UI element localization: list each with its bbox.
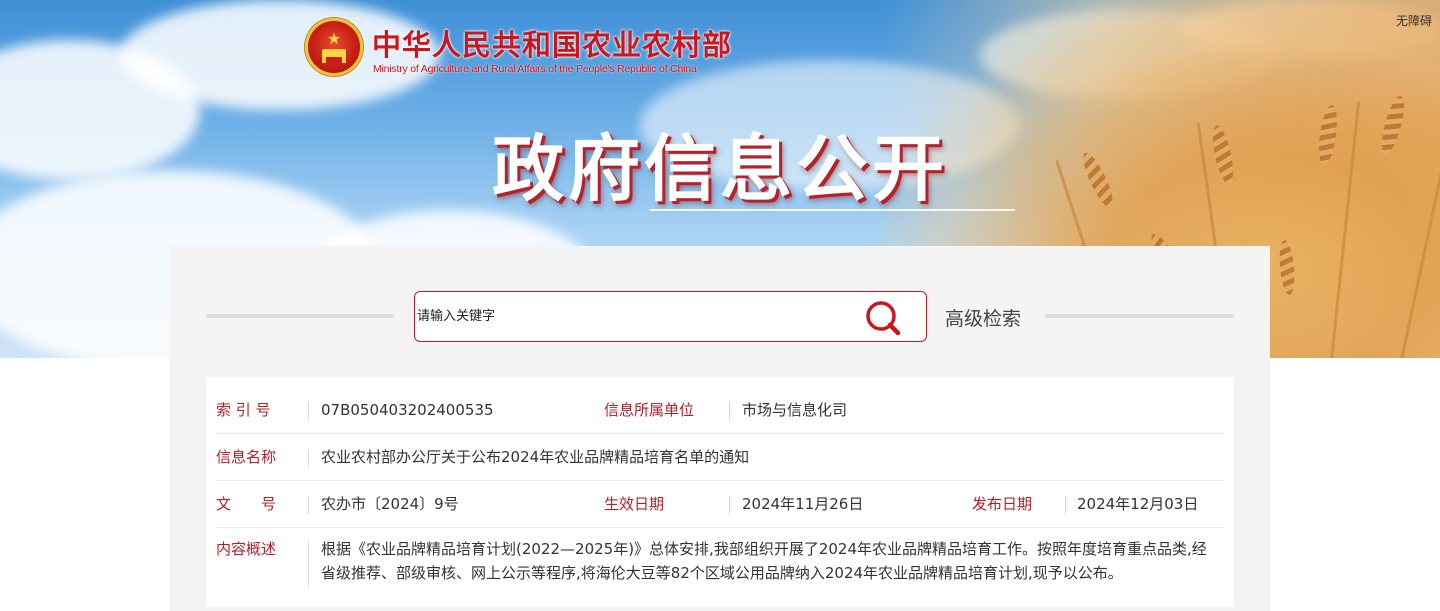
info-row-summary: 内容概述 根据《农业品牌精品培育计划(2022—2025年)》总体安排,我部组织… — [216, 528, 1224, 600]
accessibility-link[interactable]: 无障碍 — [1396, 12, 1432, 29]
column-divider — [1065, 496, 1066, 514]
publish-date-value: 2024年12月03日 — [1077, 495, 1199, 513]
search-decor-line-right — [1045, 314, 1234, 318]
site-subtitle: Ministry of Agriculture and Rural Affair… — [373, 63, 697, 75]
national-emblem-icon[interactable]: ★ — [305, 18, 363, 76]
advanced-search-link[interactable]: 高级检索 — [945, 304, 1021, 331]
title-underline — [650, 209, 1015, 211]
search-box — [414, 291, 927, 342]
doc-no-value: 农办市〔2024〕9号 — [321, 495, 459, 513]
star-icon: ★ — [326, 29, 342, 48]
info-row-index: 索 引 号 07B050403202400535 信息所属单位 市场与信息化司 — [216, 387, 1224, 434]
search-button[interactable] — [864, 299, 902, 337]
unit-label: 信息所属单位 — [604, 401, 695, 419]
summary-label: 内容概述 — [216, 540, 277, 558]
effective-date-label: 生效日期 — [604, 495, 665, 513]
column-divider — [308, 496, 309, 514]
column-divider — [308, 402, 309, 420]
effective-date-value: 2024年11月26日 — [742, 495, 864, 513]
index-value: 07B050403202400535 — [321, 401, 494, 419]
name-value: 农业农村部办公厅关于公布2024年农业品牌精品培育名单的通知 — [321, 448, 750, 466]
publish-date-label: 发布日期 — [972, 495, 1033, 513]
name-label: 信息名称 — [216, 448, 277, 466]
search-decor-line-left — [206, 314, 394, 318]
tiananmen-icon — [322, 49, 346, 63]
info-row-name: 信息名称 农业农村部办公厅关于公布2024年农业品牌精品培育名单的通知 — [216, 434, 1224, 481]
column-divider — [729, 402, 730, 420]
column-divider — [308, 541, 309, 587]
site-title[interactable]: 中华人民共和国农业农村部 — [372, 22, 732, 64]
summary-value: 根据《农业品牌精品培育计划(2022—2025年)》总体安排,我部组织开展了20… — [321, 540, 1207, 582]
doc-no-label: 文 号 — [216, 495, 277, 513]
info-table: 索 引 号 07B050403202400535 信息所属单位 市场与信息化司 … — [206, 377, 1234, 607]
column-divider — [729, 496, 730, 514]
search-input[interactable] — [417, 294, 847, 339]
search-icon — [866, 301, 901, 336]
info-row-doc: 文 号 农办市〔2024〕9号 生效日期 2024年11月26日 发布日期 20… — [216, 481, 1224, 528]
index-label: 索 引 号 — [216, 401, 271, 419]
page-title: 政府信息公开 — [491, 126, 948, 211]
unit-value: 市场与信息化司 — [742, 401, 848, 419]
column-divider — [308, 449, 309, 467]
